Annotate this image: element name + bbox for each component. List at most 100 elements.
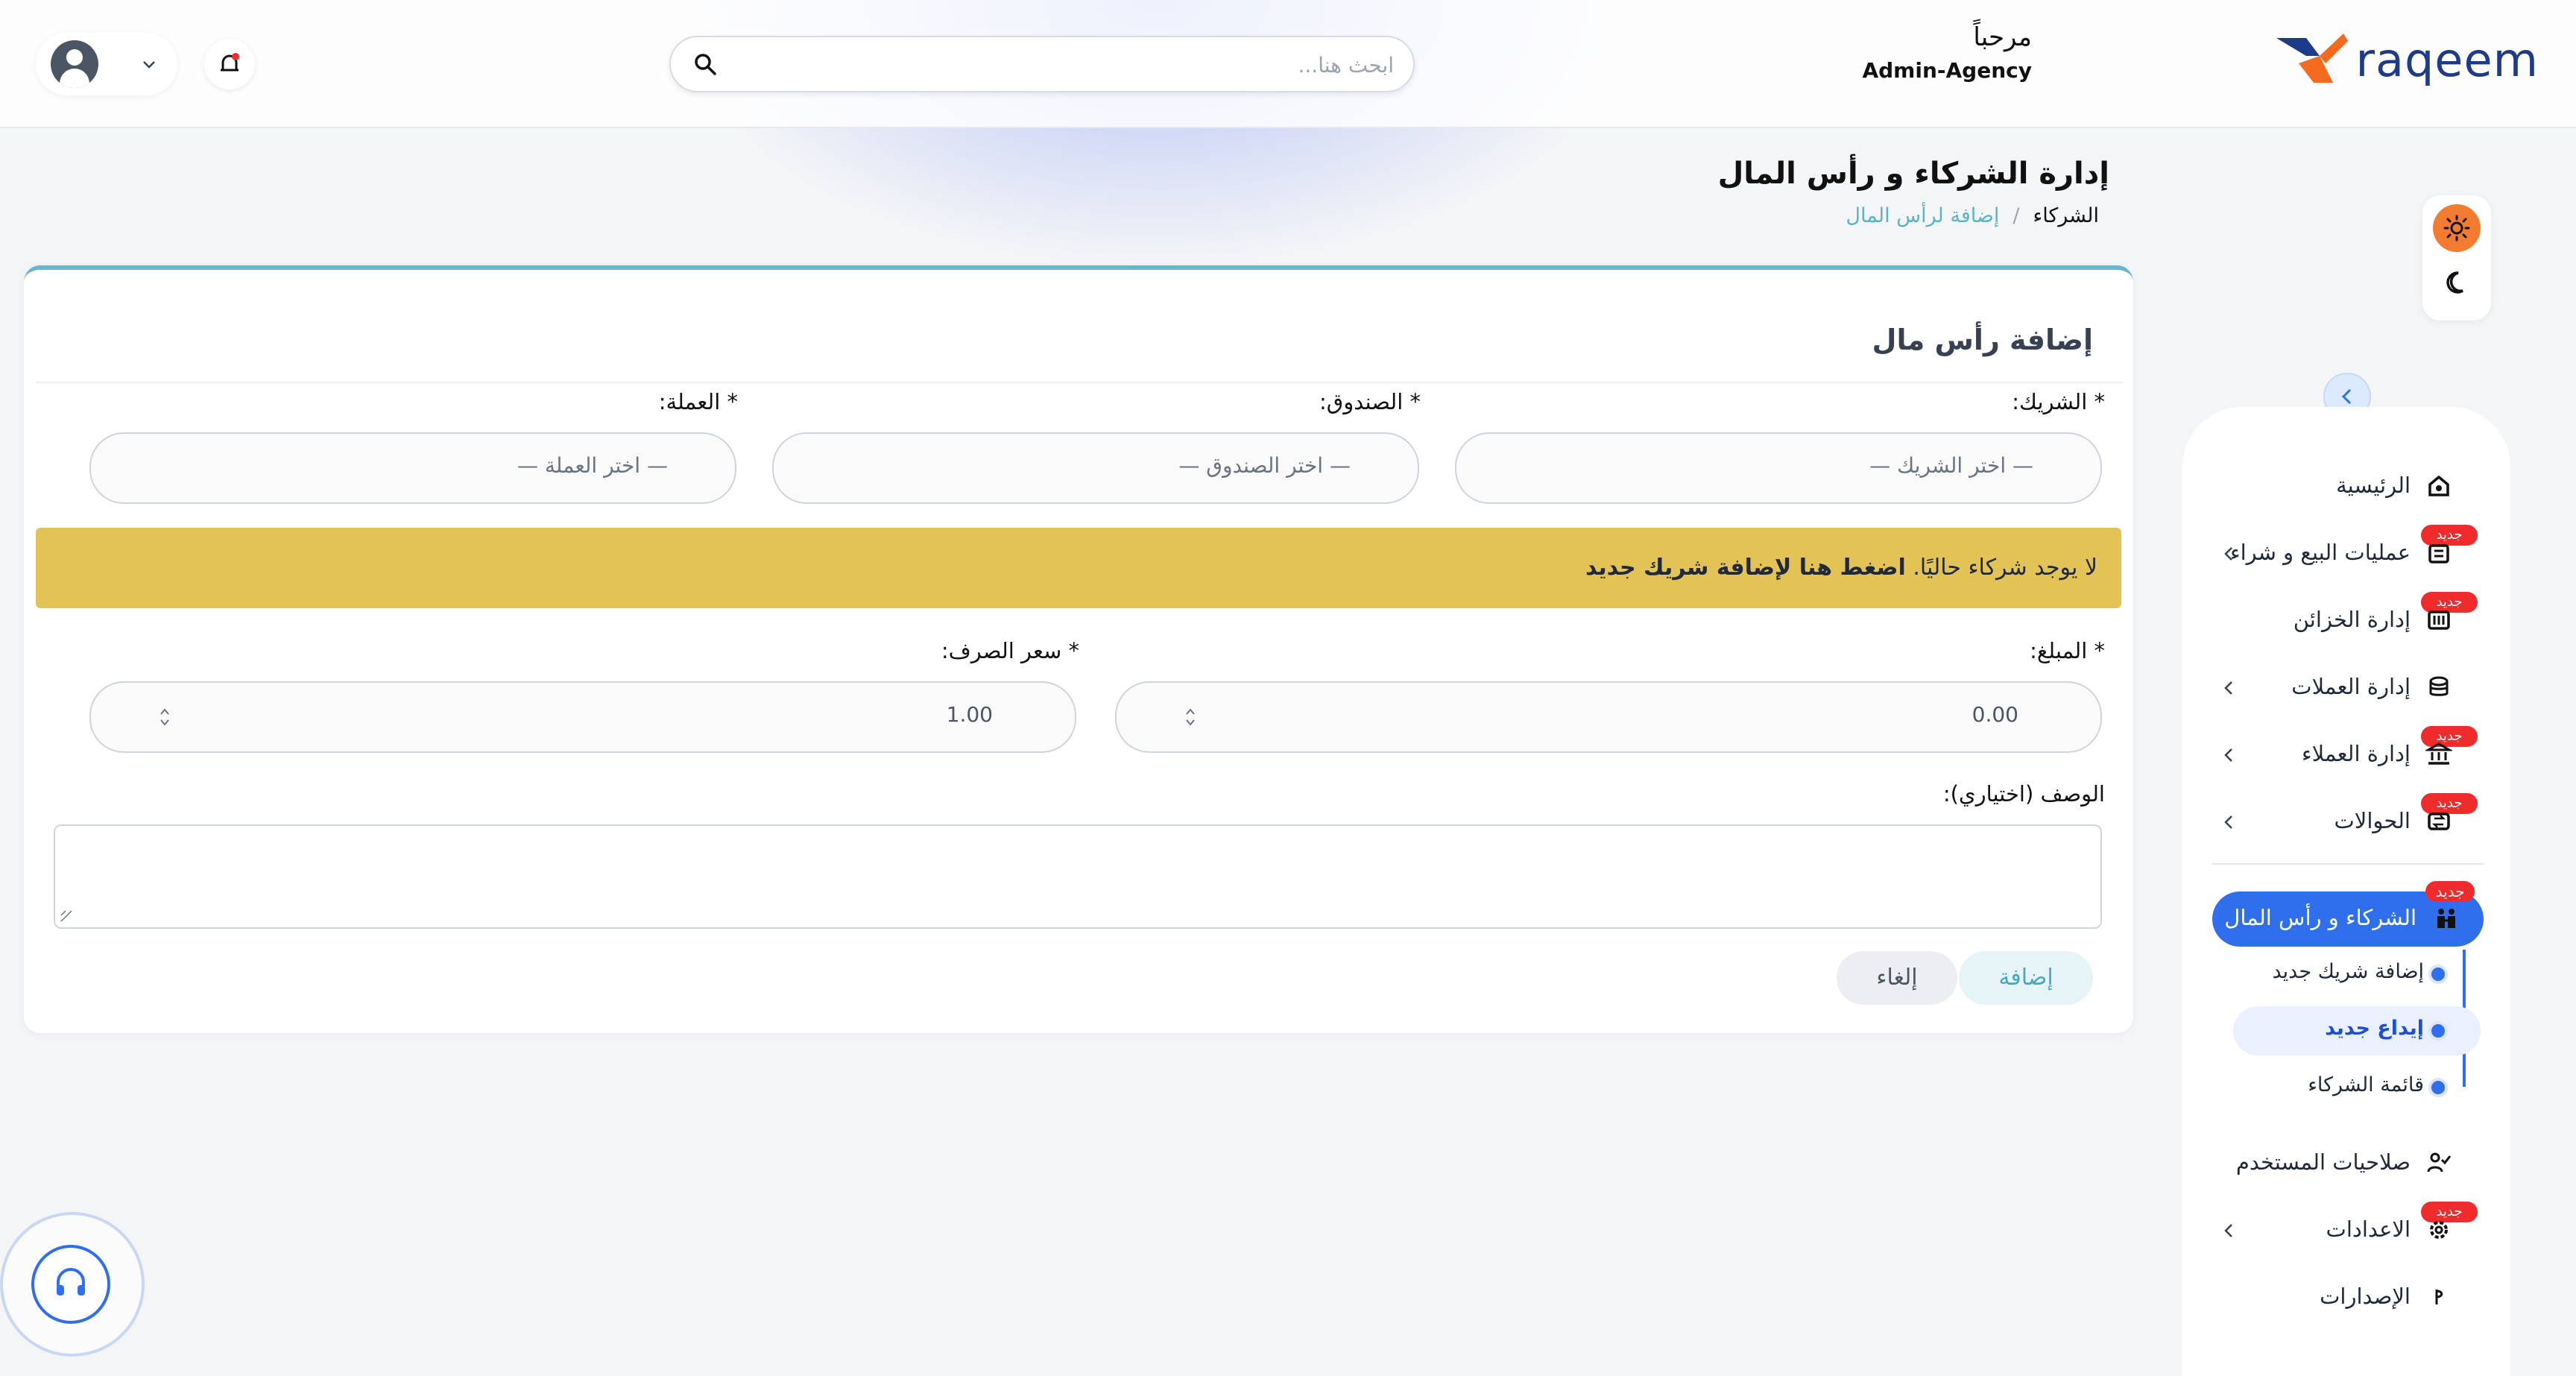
add-partner-link[interactable]: اضغط هنا لإضافة شريك جديد (1585, 555, 1906, 581)
submenu-dot (2431, 1024, 2445, 1038)
currency-select-value: — اختر العملة — (517, 453, 668, 478)
headset-icon (57, 1268, 85, 1295)
add-button[interactable]: إضافة (1959, 951, 2093, 1005)
breadcrumb-current: إضافة لرأس المال (1846, 204, 2000, 227)
chevron-left-icon (2224, 815, 2232, 829)
submenu-dot (2431, 1081, 2445, 1094)
alert-text: لا يوجد شركاء حاليًا. اضغط هنا لإضافة شر… (1585, 555, 2097, 581)
resize-grip-icon[interactable] (60, 909, 73, 923)
coins-icon (2429, 676, 2449, 696)
sidebar-item-partners[interactable]: جديد الشركاء و رأس المال (2212, 881, 2484, 947)
currency-label: * العملة: (658, 389, 738, 414)
submenu-label: إضافة شريك جديد (2272, 960, 2424, 983)
partner-label: * الشريك: (2012, 389, 2105, 414)
exchange-icon (2428, 544, 2449, 564)
sidebar-item-label: الإصدارات (2320, 1284, 2411, 1309)
support-button-inner[interactable] (31, 1245, 110, 1324)
greeting-block: مرحباً Admin-Agency (1862, 22, 2032, 83)
cancel-button[interactable]: إلغاء (1837, 951, 1957, 1005)
chevron-left-icon (2224, 547, 2232, 561)
partners-icon (2437, 909, 2455, 928)
safe-icon (2428, 610, 2450, 630)
amount-value: 0.00 (1972, 702, 2018, 727)
sidebar-item-label: الشركاء و رأس المال (2224, 905, 2416, 930)
chevron-left-icon (2341, 388, 2352, 405)
new-badge: جديد (2425, 881, 2475, 902)
submenu-label: إيداع جديد (2325, 1017, 2424, 1040)
sidebar-item-transfers[interactable]: جديد الحوالات (2182, 793, 2510, 853)
sidebar-item-home[interactable]: الرئيسية (2182, 458, 2510, 517)
sidebar-divider (2212, 863, 2484, 865)
alert-message: لا يوجد شركاء حاليًا. (1913, 555, 2097, 581)
sun-icon (2443, 215, 2470, 242)
greeting-text: مرحباً (1973, 22, 2032, 52)
currency-select[interactable]: — اختر العملة — (89, 432, 736, 504)
submenu-label: قائمة الشركاء (2308, 1073, 2424, 1096)
search-icon[interactable] (693, 52, 717, 76)
sidebar-item-permissions[interactable]: صلاحيات المستخدم (2182, 1134, 2510, 1194)
user-permissions-icon (2427, 1152, 2452, 1173)
sidebar-item-currencies[interactable]: إدارة العملات (2182, 659, 2510, 719)
fund-label: * الصندوق: (1319, 389, 1421, 414)
sidebar-item-label: إدارة العملات (2291, 674, 2411, 699)
sidebar-item-label: الرئيسية (2336, 473, 2411, 498)
sidebar-item-versions[interactable]: الإصدارات (2182, 1269, 2510, 1328)
support-button[interactable] (0, 1212, 145, 1357)
submenu-partners-list[interactable]: قائمة الشركاء (2227, 1063, 2481, 1112)
light-mode-button[interactable] (2433, 204, 2481, 252)
search-input[interactable] (751, 46, 1395, 83)
moon-icon[interactable] (2442, 268, 2472, 298)
submenu-new-deposit[interactable]: إيداع جديد (2233, 1006, 2481, 1055)
notification-button[interactable] (204, 39, 255, 89)
fund-select-value: — اختر الصندوق — (1178, 453, 1351, 478)
add-capital-card: إضافة رأس مال * الشريك: * الصندوق: * الع… (24, 265, 2133, 1033)
logo-text: raqeem (2355, 33, 2539, 87)
page-title: إدارة الشركاء و رأس المال (1717, 157, 2109, 191)
amount-label: * المبلغ: (2030, 638, 2105, 663)
fund-select[interactable]: — اختر الصندوق — (772, 432, 1419, 504)
bell-icon (221, 53, 239, 72)
sidebar-item-label: إدارة العملاء (2301, 741, 2411, 766)
theme-toggle (2422, 195, 2491, 321)
number-stepper-icon[interactable] (1184, 705, 1197, 729)
brand-logo[interactable]: raqeem (2276, 33, 2539, 87)
sidebar-item-label: الاعدادات (2326, 1216, 2411, 1242)
sidebar-item-safes[interactable]: جديد إدارة الخزائن (2182, 592, 2510, 651)
breadcrumb-separator: / (2012, 204, 2020, 227)
sidebar-item-settings[interactable]: جديد الاعدادات (2182, 1202, 2510, 1261)
sidebar-item-label: إدارة الخزائن (2293, 607, 2411, 632)
rate-label: * سعر الصرف: (941, 638, 1079, 663)
number-stepper-icon[interactable] (158, 705, 171, 729)
avatar[interactable] (51, 40, 98, 88)
breadcrumb: الشركاء / إضافة لرأس المال (1846, 204, 2099, 227)
description-label: الوصف (اختياري): (1942, 781, 2105, 807)
settings-icon (2430, 1221, 2448, 1239)
sidebar-item-sales[interactable]: جديد عمليات البيع و شراء (2182, 525, 2510, 584)
search-box[interactable] (669, 36, 1415, 92)
partner-select-value: — اختر الشريك — (1869, 453, 2033, 478)
bank-icon (2425, 742, 2452, 765)
submenu-dot (2431, 968, 2445, 981)
exchange-rate-value: 1.00 (946, 702, 993, 727)
chevron-down-icon (143, 61, 155, 69)
amount-input[interactable]: 0.00 (1115, 681, 2102, 753)
submenu-add-partner[interactable]: إضافة شريك جديد (2227, 950, 2481, 999)
exchange-rate-input[interactable]: 1.00 (89, 681, 1076, 753)
description-textarea[interactable] (54, 824, 2102, 929)
card-divider (36, 382, 2123, 383)
home-icon (2428, 475, 2449, 496)
partner-select[interactable]: — اختر الشريك — (1455, 432, 2102, 504)
user-menu[interactable] (36, 33, 177, 95)
top-bar: raqeem مرحباً Admin-Agency (0, 0, 2576, 128)
user-role: Admin-Agency (1862, 58, 2032, 83)
no-partners-alert: لا يوجد شركاء حاليًا. اضغط هنا لإضافة شر… (36, 528, 2121, 608)
breadcrumb-partners[interactable]: الشركاء (2033, 204, 2100, 227)
sidebar-item-label: عمليات البيع و شراء (2229, 540, 2411, 565)
chevron-left-icon (2224, 681, 2232, 695)
chevron-left-icon (2224, 1224, 2232, 1237)
sidebar-item-clients[interactable]: جديد إدارة العملاء (2182, 726, 2510, 786)
transfer-icon (2428, 812, 2450, 830)
chevron-left-icon (2224, 748, 2232, 762)
card-title: إضافة رأس مال (1872, 324, 2093, 356)
sidebar-item-label: الحوالات (2334, 808, 2411, 833)
